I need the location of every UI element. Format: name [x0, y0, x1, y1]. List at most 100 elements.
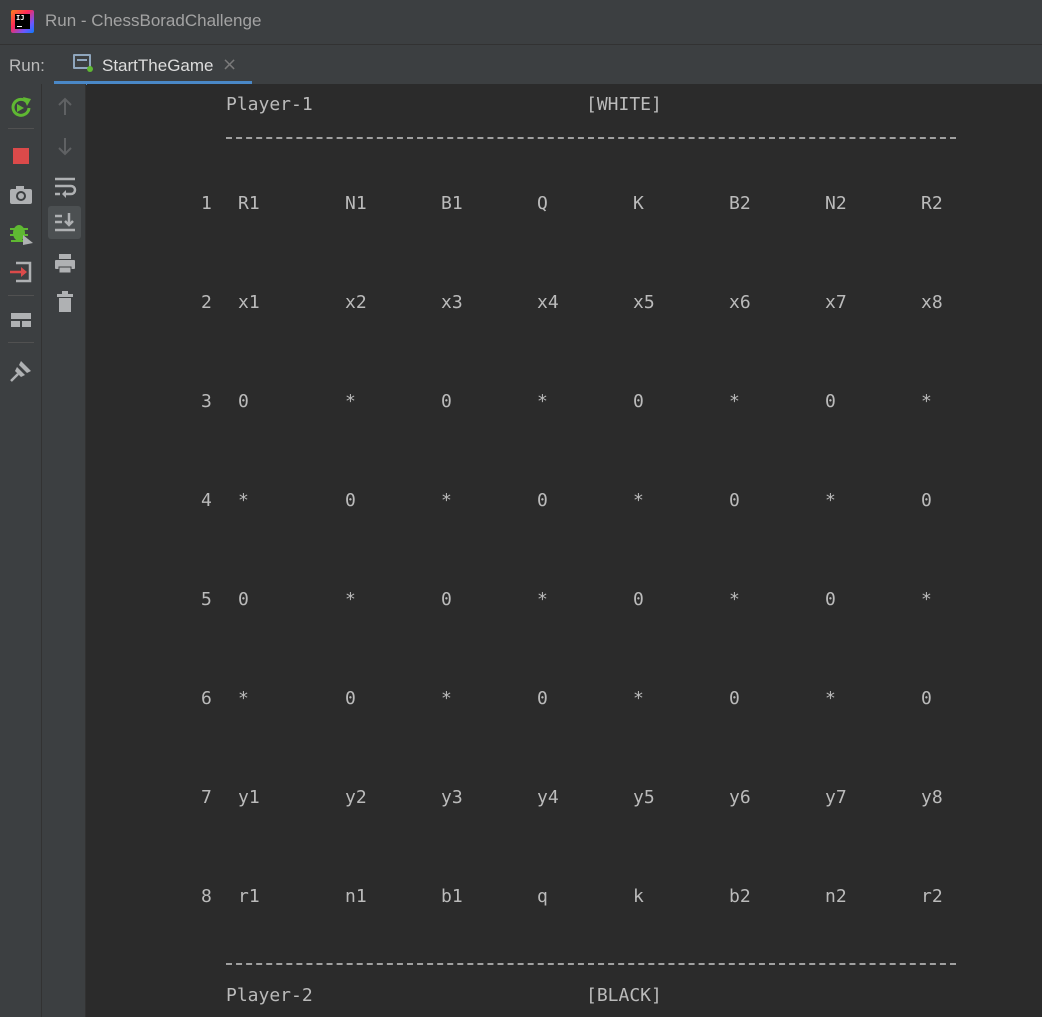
board-cell: * [345, 391, 356, 412]
player1-color: [WHITE] [586, 94, 662, 115]
close-icon[interactable]: × [222, 54, 237, 75]
board-cell: 0 [633, 589, 644, 610]
board-cell: x4 [537, 292, 559, 313]
board-cell: y8 [921, 787, 943, 808]
board-cell: 0 [729, 490, 740, 511]
scroll-to-end-icon[interactable] [48, 206, 81, 239]
board-cell: K [633, 193, 644, 214]
stop-icon[interactable] [7, 142, 35, 170]
restore-layout-icon[interactable] [7, 258, 35, 286]
board-cell: r1 [238, 886, 260, 907]
console-actions-toolbar [42, 84, 86, 1017]
board-cell: 0 [345, 490, 356, 511]
board-cell: R1 [238, 193, 260, 214]
row-number: 5 [201, 589, 212, 610]
window-title: Run - ChessBoradChallenge [45, 11, 262, 30]
board-cell: x2 [345, 292, 367, 313]
board-cell: * [441, 490, 452, 511]
run-label: Run: [9, 56, 45, 75]
board-cell: 0 [921, 688, 932, 709]
board-cell: r2 [921, 886, 943, 907]
board-cell: 0 [238, 391, 249, 412]
board-cell: x1 [238, 292, 260, 313]
title-bar: IJ Run - ChessBoradChallenge [0, 0, 1042, 45]
board-cell: N2 [825, 193, 847, 214]
board-cell: * [825, 688, 836, 709]
board-cell: * [921, 391, 932, 412]
board-cell: y3 [441, 787, 463, 808]
board-cell: x3 [441, 292, 463, 313]
board-cell: b1 [441, 886, 463, 907]
debug-icon[interactable] [7, 219, 35, 247]
board-cell: * [238, 688, 249, 709]
board-cell: 0 [345, 688, 356, 709]
board-cell: x7 [825, 292, 847, 313]
board-cell: * [537, 391, 548, 412]
row-number: 8 [201, 886, 212, 907]
layout-icon[interactable] [7, 306, 35, 334]
board-cell: Q [537, 193, 548, 214]
board-cell: 0 [238, 589, 249, 610]
player2-name: Player-2 [226, 985, 313, 1006]
board-cell: y4 [537, 787, 559, 808]
board-cell: 0 [441, 589, 452, 610]
board-cell: B2 [729, 193, 751, 214]
tab-label: StartTheGame [102, 56, 214, 75]
rerun-icon[interactable] [7, 93, 35, 121]
pin-icon[interactable] [7, 357, 35, 385]
run-tab-bar: Run: StartTheGame × [0, 44, 1042, 85]
board-cell: * [729, 589, 740, 610]
row-number: 1 [201, 193, 212, 214]
row-number: 2 [201, 292, 212, 313]
board-cell: R2 [921, 193, 943, 214]
intellij-logo-icon: IJ [11, 10, 34, 33]
board-cell: N1 [345, 193, 367, 214]
board-cell: y6 [729, 787, 751, 808]
up-arrow-icon[interactable] [51, 93, 79, 121]
board-cell: * [537, 589, 548, 610]
board-cell: * [729, 391, 740, 412]
console-output[interactable]: Player-1 [WHITE] 1 R1 N1 B1 Q K B2 N2 R2 2 x1 x2 x3 x… [87, 84, 1042, 1017]
board-cell: y7 [825, 787, 847, 808]
player1-name: Player-1 [226, 94, 313, 115]
board-cell: * [238, 490, 249, 511]
console-icon [73, 54, 93, 72]
board-cell: 0 [537, 688, 548, 709]
board-cell: 0 [825, 391, 836, 412]
player2-color: [BLACK] [586, 985, 662, 1006]
tab-start-the-game[interactable]: StartTheGame × [54, 45, 252, 85]
board-cell: * [921, 589, 932, 610]
board-cell: n2 [825, 886, 847, 907]
board-cell: 0 [633, 391, 644, 412]
board-cell: n1 [345, 886, 367, 907]
board-cell: 0 [537, 490, 548, 511]
board-cell: * [825, 490, 836, 511]
board-cell: * [441, 688, 452, 709]
down-arrow-icon[interactable] [51, 132, 79, 160]
board-cell: y5 [633, 787, 655, 808]
board-cell: * [633, 688, 644, 709]
trash-icon[interactable] [51, 288, 79, 316]
board-cell: 0 [441, 391, 452, 412]
row-number: 3 [201, 391, 212, 412]
bottom-separator [226, 963, 956, 965]
board-cell: x6 [729, 292, 751, 313]
soft-wrap-icon[interactable] [51, 172, 79, 200]
board-cell: q [537, 886, 548, 907]
board-cell: x8 [921, 292, 943, 313]
board-cell: y1 [238, 787, 260, 808]
board-cell: 0 [825, 589, 836, 610]
print-icon[interactable] [51, 250, 79, 278]
board-cell: b2 [729, 886, 751, 907]
row-number: 4 [201, 490, 212, 511]
run-actions-toolbar [0, 84, 42, 1017]
board-cell: * [633, 490, 644, 511]
row-number: 7 [201, 787, 212, 808]
board-cell: x5 [633, 292, 655, 313]
board-cell: k [633, 886, 644, 907]
board-cell: B1 [441, 193, 463, 214]
board-cell: 0 [729, 688, 740, 709]
camera-icon[interactable] [7, 181, 35, 209]
board-cell: 0 [921, 490, 932, 511]
top-separator [226, 137, 956, 139]
